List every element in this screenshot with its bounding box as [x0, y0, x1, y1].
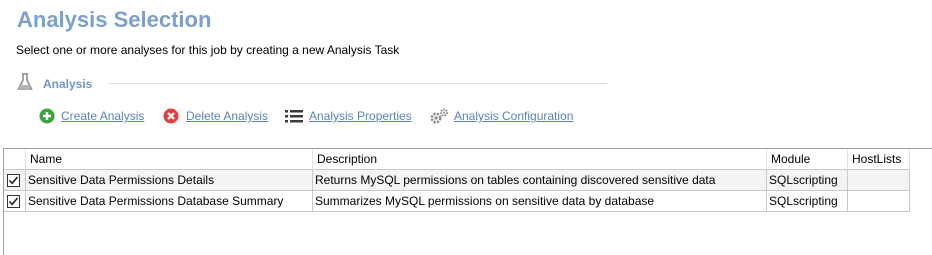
table-row[interactable]: Sensitive Data Permissions Details Retur…: [4, 169, 910, 191]
flask-icon: [17, 73, 33, 91]
row-checkbox-cell[interactable]: [4, 190, 26, 212]
plus-circle-icon: [39, 108, 55, 124]
analysis-grid: Name Description Module HostLists Sensit…: [3, 148, 932, 255]
list-icon: [285, 110, 303, 123]
column-header-description[interactable]: Description: [312, 149, 767, 170]
analysis-properties-button[interactable]: Analysis Properties: [285, 107, 423, 125]
cell-module[interactable]: SQLscripting: [766, 169, 848, 191]
page-subtitle: Select one or more analyses for this job…: [16, 43, 400, 57]
section-label: Analysis: [43, 77, 93, 91]
analysis-configuration-button[interactable]: Analysis Configuration: [429, 107, 589, 125]
row-checkbox[interactable]: [7, 194, 20, 208]
column-header-hostlists[interactable]: HostLists: [847, 149, 910, 170]
delete-circle-icon: [163, 108, 179, 124]
create-analysis-label: Create Analysis: [61, 109, 145, 123]
analysis-section-header: Analysis: [17, 73, 607, 93]
analysis-table: Name Description Module HostLists Sensit…: [4, 149, 910, 212]
checkbox-column-header[interactable]: [4, 149, 26, 170]
table-row[interactable]: Sensitive Data Permissions Database Summ…: [4, 190, 910, 212]
gears-icon: [430, 108, 448, 124]
cell-description[interactable]: Summarizes MySQL permissions on sensitiv…: [312, 190, 767, 212]
cell-name[interactable]: Sensitive Data Permissions Database Summ…: [25, 190, 313, 212]
cell-hostlists[interactable]: [847, 190, 910, 212]
cell-module[interactable]: SQLscripting: [766, 190, 848, 212]
table-header-row: Name Description Module HostLists: [4, 149, 910, 170]
analysis-properties-label: Analysis Properties: [309, 109, 412, 123]
checkmark-icon: [8, 196, 19, 205]
delete-analysis-label: Delete Analysis: [186, 109, 269, 123]
analysis-configuration-label: Analysis Configuration: [454, 109, 574, 123]
delete-analysis-button[interactable]: Delete Analysis: [163, 107, 279, 125]
checkmark-icon: [8, 175, 19, 184]
cell-name[interactable]: Sensitive Data Permissions Details: [25, 169, 313, 191]
page-title: Analysis Selection: [17, 7, 212, 32]
column-header-module[interactable]: Module: [766, 149, 848, 170]
row-checkbox-cell[interactable]: [4, 169, 26, 191]
section-divider: [109, 83, 607, 84]
cell-hostlists[interactable]: [847, 169, 910, 191]
row-checkbox[interactable]: [7, 173, 20, 187]
cell-description[interactable]: Returns MySQL permissions on tables cont…: [312, 169, 767, 191]
create-analysis-button[interactable]: Create Analysis: [39, 107, 157, 125]
column-header-name[interactable]: Name: [25, 149, 313, 170]
